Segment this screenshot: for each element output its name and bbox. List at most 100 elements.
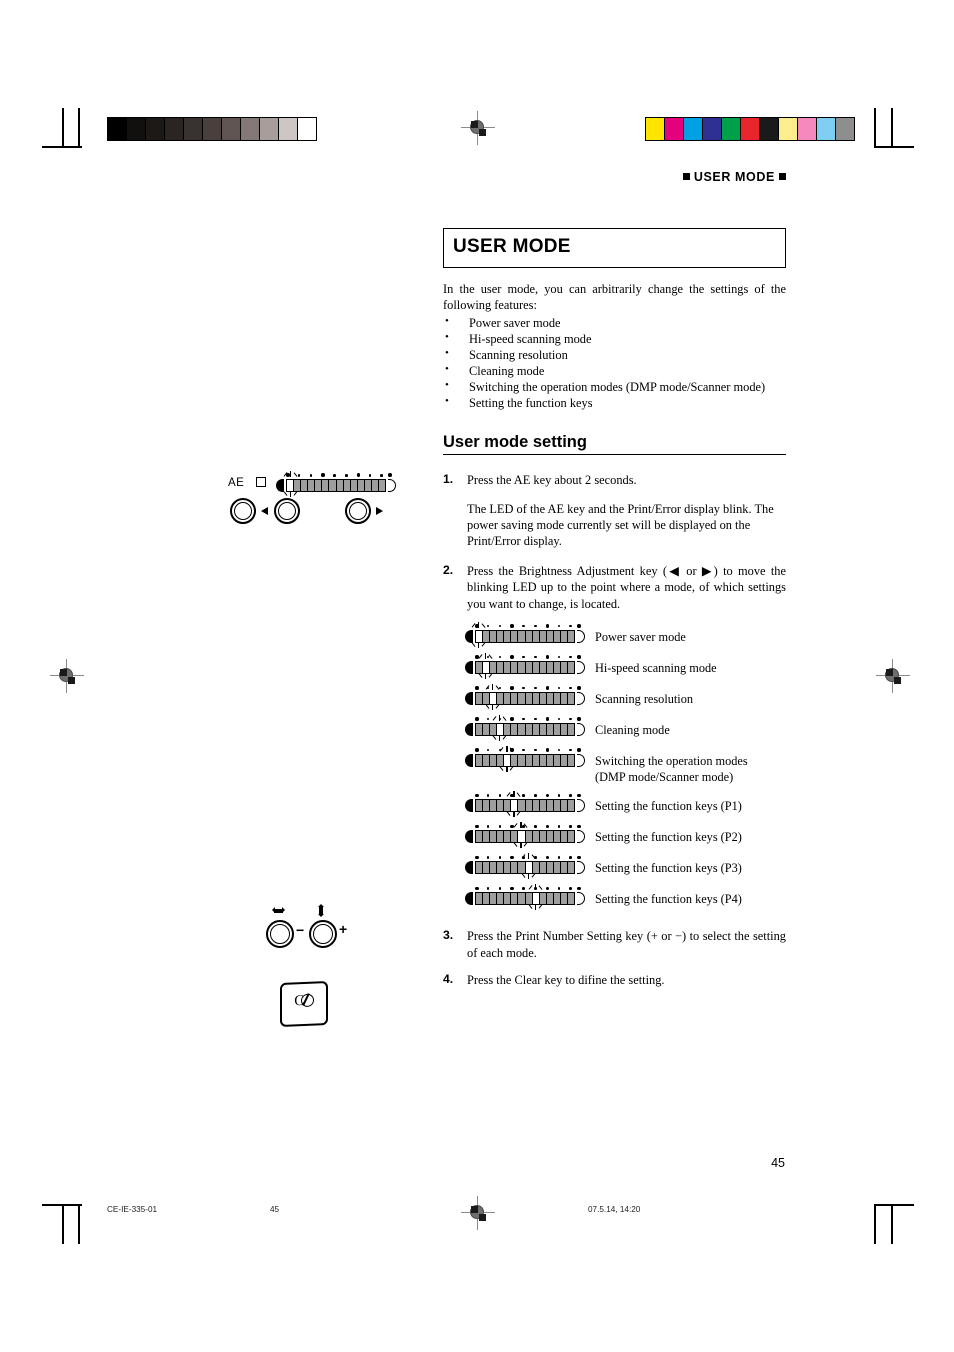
blink-rays-bottom-icon [498, 765, 516, 775]
gauge-segment [539, 800, 547, 812]
gauge-segment [497, 893, 505, 905]
square-bullet-icon [779, 173, 786, 180]
crop-mark-bottom-right-h [874, 1204, 914, 1206]
gauge-segment [525, 723, 533, 735]
calibration-patch [646, 118, 665, 140]
gauge-segment [518, 661, 526, 673]
blink-rays-bottom-icon [484, 703, 502, 713]
gauge-segment [490, 800, 498, 812]
mode-gauge [465, 791, 585, 818]
gauge-segment [560, 754, 569, 766]
calibration-patch [146, 118, 165, 140]
calibration-patch [722, 118, 741, 140]
calibration-patch [298, 118, 316, 140]
gauge-segment [483, 692, 491, 704]
gauge-segment [336, 480, 344, 491]
gauge-segment [525, 831, 533, 843]
gauge-segment [483, 893, 491, 905]
mode-gauge-row: Switching the operation modes (DMP mode/… [465, 745, 786, 785]
mode-gauge [465, 884, 585, 911]
crop-mark-top-right-h [874, 146, 914, 148]
brightness-right-key-button[interactable] [345, 498, 371, 524]
mode-gauge-row: Setting the function keys (P4) [465, 884, 786, 911]
calibration-patch [836, 118, 854, 140]
print-number-minus-button[interactable] [266, 920, 294, 948]
page-title: USER MODE [453, 236, 571, 257]
calibration-patch [817, 118, 836, 140]
gauge-segment [532, 692, 540, 704]
gauge-segment [308, 480, 316, 491]
brightness-left-key-button[interactable] [274, 498, 300, 524]
gauge-segment [568, 692, 575, 704]
gauge-track-row [475, 629, 575, 643]
gauge-cap-left-icon [465, 892, 473, 906]
gauge-segment [539, 754, 547, 766]
feature-list-item: Cleaning mode [443, 362, 786, 379]
feature-list-item: Setting the function keys [443, 394, 786, 411]
footer-doc-code: CE-IE-335-01 [107, 1205, 158, 1214]
gauge-segment [483, 630, 491, 642]
mode-gauge [465, 683, 585, 710]
illustration-clear-key[interactable]: C [280, 981, 328, 1027]
gauge-segment [504, 831, 512, 843]
blink-rays-bottom-icon [491, 734, 509, 744]
mode-gauge-label: Setting the function keys (P4) [595, 892, 742, 907]
gauge-segment [497, 800, 505, 812]
gauge-segment [539, 723, 547, 735]
gauge-track-row [475, 892, 575, 906]
ae-key-button[interactable] [230, 498, 256, 524]
calibration-patch [260, 118, 279, 140]
gauge-segment [483, 723, 491, 735]
gauge-segment [553, 661, 561, 673]
mode-gauge-label: Hi-speed scanning mode [595, 660, 717, 675]
gauge-segment [560, 862, 569, 874]
crop-mark-top-left-v2 [62, 108, 64, 146]
print-number-plus-button[interactable] [309, 920, 337, 948]
mode-gauge [465, 714, 585, 741]
gauge-segment [343, 480, 351, 491]
minus-label: − [296, 922, 305, 938]
gauge-segment [483, 831, 491, 843]
square-bullet-icon [682, 173, 690, 180]
feature-list-item: Switching the operation modes (DMP mode/… [443, 378, 786, 395]
gauge-segment [476, 862, 484, 874]
step-1-number: 1. [443, 472, 454, 487]
gauge-segment [546, 630, 554, 642]
step-4-number: 4. [443, 972, 454, 987]
gauge-cap-right-icon [577, 629, 585, 643]
feature-list-item: Power saver mode [443, 313, 786, 331]
gauge-segment [525, 692, 533, 704]
crop-mark-bottom-left-v2 [62, 1206, 64, 1244]
gauge-segment [553, 754, 561, 766]
gauge-cap-left-icon [465, 830, 473, 844]
mode-gauge [465, 745, 585, 772]
gauge-cap-right-icon [388, 479, 396, 492]
gauge-segment [546, 831, 554, 843]
step-2-number: 2. [443, 562, 454, 577]
mode-gauge [465, 652, 585, 679]
gauge-segment [315, 480, 323, 491]
gauge-segment [490, 630, 498, 642]
crop-mark-top-right-v2 [891, 108, 893, 146]
registration-target-bottom [461, 1196, 495, 1230]
crop-mark-bottom-right-v2 [891, 1206, 893, 1244]
blink-rays-bottom-icon [520, 873, 538, 882]
gauge-segment [546, 800, 554, 812]
gauge-cap-right-icon [577, 660, 585, 674]
registration-target-left [50, 659, 84, 693]
calibration-patch [760, 118, 779, 140]
gauge-segment [525, 862, 533, 874]
gauge-cap-left-icon [465, 722, 473, 736]
horizontal-arrows-icon [272, 905, 285, 916]
mode-gauge-label: Setting the function keys (P2) [595, 830, 742, 845]
vertical-arrows-icon [315, 904, 328, 917]
gauge-segment [294, 480, 302, 491]
running-head: USER MODE [682, 170, 786, 184]
gauge-segment [350, 480, 358, 491]
footer-timestamp: 07.5.14, 14:20 [588, 1205, 641, 1214]
blink-rays-bottom-icon [477, 672, 495, 682]
calibration-patch [165, 118, 184, 140]
gauge-segment [560, 831, 569, 843]
gauge-segment [568, 661, 575, 673]
gauge-segment [483, 754, 491, 766]
